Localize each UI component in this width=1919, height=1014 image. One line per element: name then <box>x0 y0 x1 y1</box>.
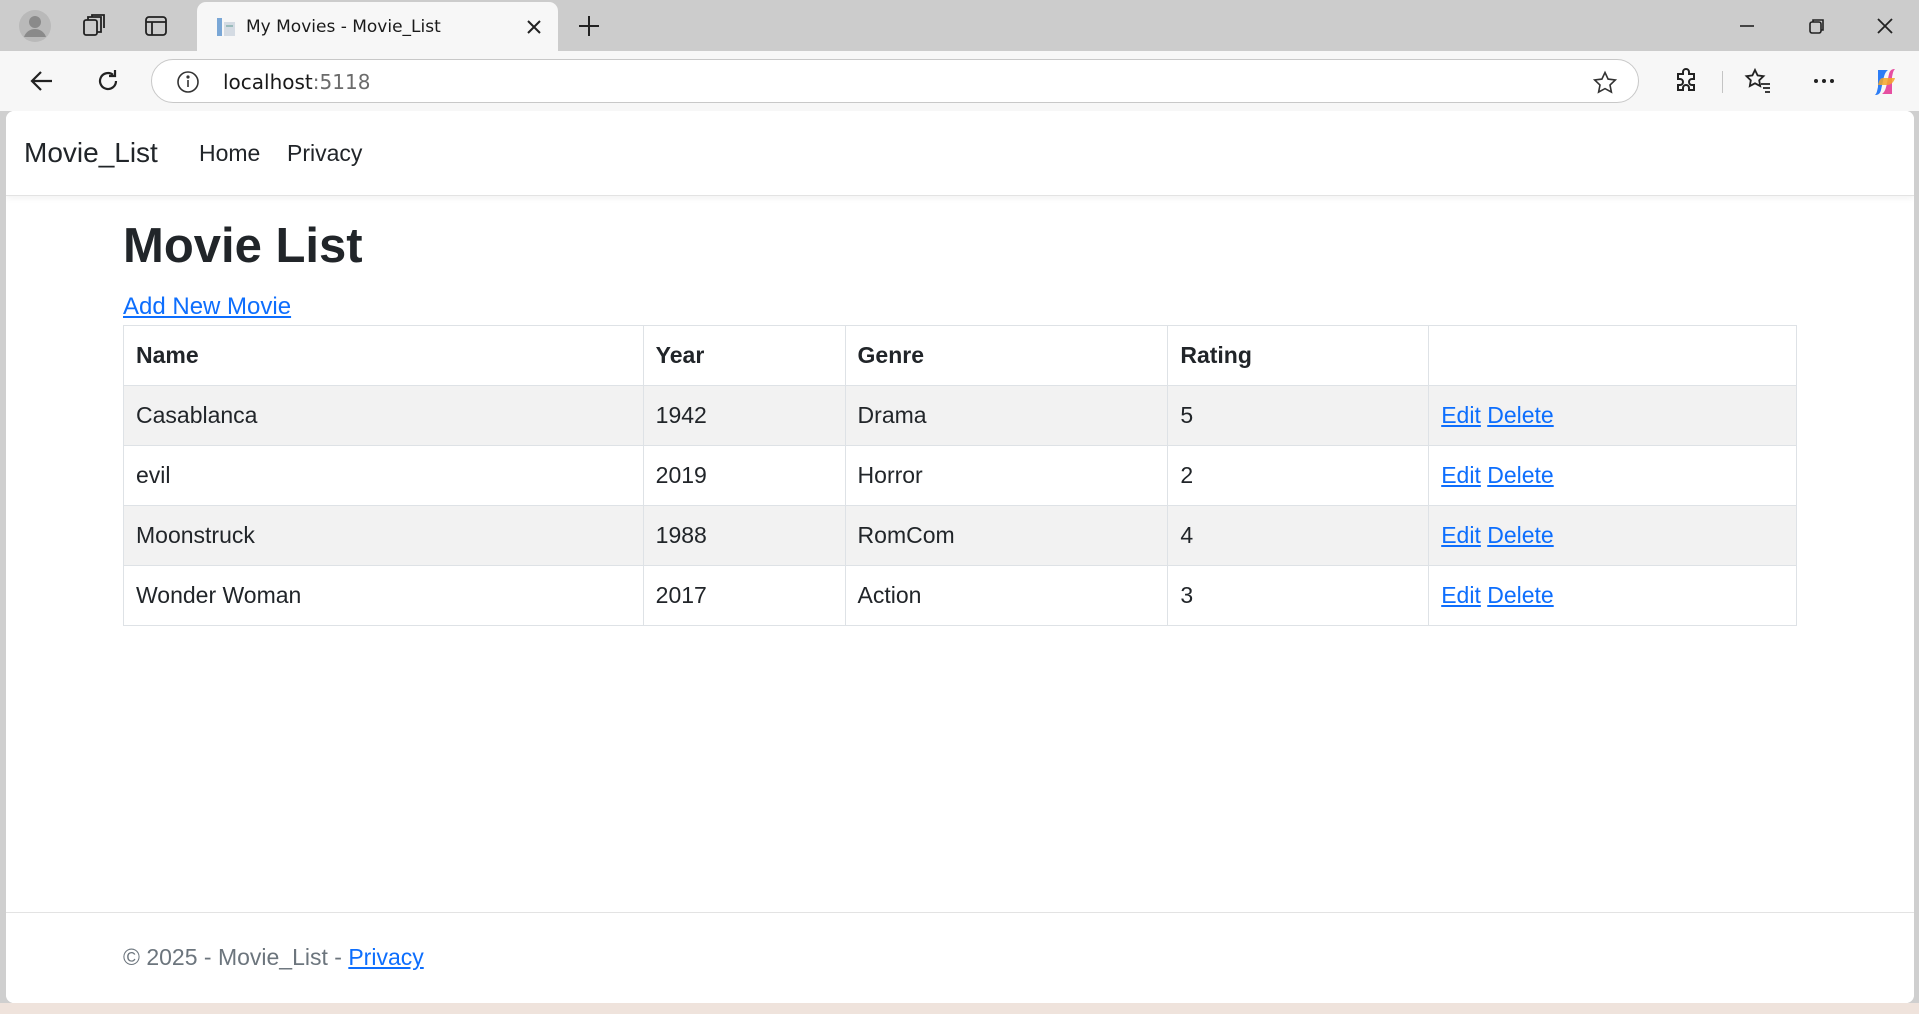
movie-table: Name Year Genre Rating Casablanca 1942 D… <box>123 325 1797 626</box>
cell-rating: 3 <box>1167 565 1430 626</box>
cell-name: Moonstruck <box>123 505 644 566</box>
add-new-movie-link[interactable]: Add New Movie <box>123 293 291 321</box>
close-window-icon[interactable] <box>1870 12 1900 40</box>
window-bottom-edge <box>0 1003 1919 1014</box>
extensions-icon[interactable] <box>1670 65 1702 97</box>
cell-genre: Horror <box>844 445 1169 506</box>
reload-icon[interactable] <box>92 65 124 97</box>
cell-year: 1988 <box>642 505 846 566</box>
cell-name: evil <box>123 445 644 506</box>
delete-link[interactable]: Delete <box>1487 462 1553 488</box>
table-row: Moonstruck 1988 RomCom 4 Edit Delete <box>123 505 1797 566</box>
footer-text: © 2025 - Movie_List - Privacy <box>123 944 424 971</box>
cell-actions: Edit Delete <box>1428 445 1797 506</box>
toolbar-separator <box>1722 71 1723 93</box>
delete-link[interactable]: Delete <box>1487 402 1553 428</box>
back-icon[interactable] <box>26 65 58 97</box>
cell-rating: 4 <box>1167 505 1430 566</box>
table-row: Wonder Woman 2017 Action 3 Edit Delete <box>123 565 1797 626</box>
cell-actions: Edit Delete <box>1428 505 1797 566</box>
more-icon[interactable] <box>1808 65 1840 97</box>
cell-year: 1942 <box>642 385 846 446</box>
footer-copyright: © 2025 - Movie_List - <box>123 944 349 970</box>
cell-genre: Drama <box>844 385 1169 446</box>
table-header-row: Name Year Genre Rating <box>123 325 1797 386</box>
header-name: Name <box>123 325 644 386</box>
cell-name: Wonder Woman <box>123 565 644 626</box>
restore-icon[interactable] <box>1802 12 1832 40</box>
info-icon[interactable] <box>176 70 200 94</box>
cell-actions: Edit Delete <box>1428 385 1797 446</box>
edit-link[interactable]: Edit <box>1441 582 1481 608</box>
browser-toolbar: localhost:5118 <box>0 51 1919 111</box>
edit-link[interactable]: Edit <box>1441 462 1481 488</box>
page-title: Movie List <box>123 219 363 273</box>
header-rating: Rating <box>1167 325 1430 386</box>
site-footer: © 2025 - Movie_List - Privacy <box>6 912 1914 1003</box>
nav-home-link[interactable]: Home <box>199 140 260 167</box>
table-row: Casablanca 1942 Drama 5 Edit Delete <box>123 385 1797 446</box>
new-tab-icon[interactable] <box>574 11 604 41</box>
delete-link[interactable]: Delete <box>1487 582 1553 608</box>
cell-name: Casablanca <box>123 385 644 446</box>
workspaces-icon[interactable] <box>80 12 108 40</box>
cell-year: 2019 <box>642 445 846 506</box>
cell-genre: Action <box>844 565 1169 626</box>
address-url[interactable]: localhost:5118 <box>223 70 370 94</box>
address-bar[interactable]: localhost:5118 <box>151 59 1639 103</box>
edit-link[interactable]: Edit <box>1441 402 1481 428</box>
footer-privacy-link[interactable]: Privacy <box>348 944 423 970</box>
cell-genre: RomCom <box>844 505 1169 566</box>
close-tab-icon[interactable] <box>522 15 546 39</box>
header-year: Year <box>642 325 846 386</box>
tab-title: My Movies - Movie_List <box>246 17 441 37</box>
header-genre: Genre <box>844 325 1169 386</box>
table-row: evil 2019 Horror 2 Edit Delete <box>123 445 1797 506</box>
nav-privacy-link[interactable]: Privacy <box>287 140 362 167</box>
active-tab[interactable]: My Movies - Movie_List <box>197 2 558 51</box>
address-port: :5118 <box>312 70 371 94</box>
copilot-icon[interactable] <box>1868 65 1902 99</box>
browser-tabstrip: My Movies - Movie_List <box>0 0 1919 51</box>
page-viewport: Movie_List Home Privacy Movie List Add N… <box>6 111 1914 1003</box>
cell-rating: 5 <box>1167 385 1430 446</box>
delete-link[interactable]: Delete <box>1487 522 1553 548</box>
minimize-icon[interactable] <box>1732 12 1762 40</box>
address-host: localhost <box>223 70 313 94</box>
header-actions <box>1428 325 1797 386</box>
site-brand[interactable]: Movie_List <box>24 137 158 169</box>
edit-link[interactable]: Edit <box>1441 522 1481 548</box>
page-favicon-icon <box>215 16 237 38</box>
site-navbar: Movie_List Home Privacy <box>6 111 1914 196</box>
cell-year: 2017 <box>642 565 846 626</box>
favorite-star-icon[interactable] <box>1592 70 1618 96</box>
profile-icon[interactable] <box>18 9 52 43</box>
cell-actions: Edit Delete <box>1428 565 1797 626</box>
cell-rating: 2 <box>1167 445 1430 506</box>
favorites-icon[interactable] <box>1742 65 1774 97</box>
tab-actions-icon[interactable] <box>142 12 170 40</box>
